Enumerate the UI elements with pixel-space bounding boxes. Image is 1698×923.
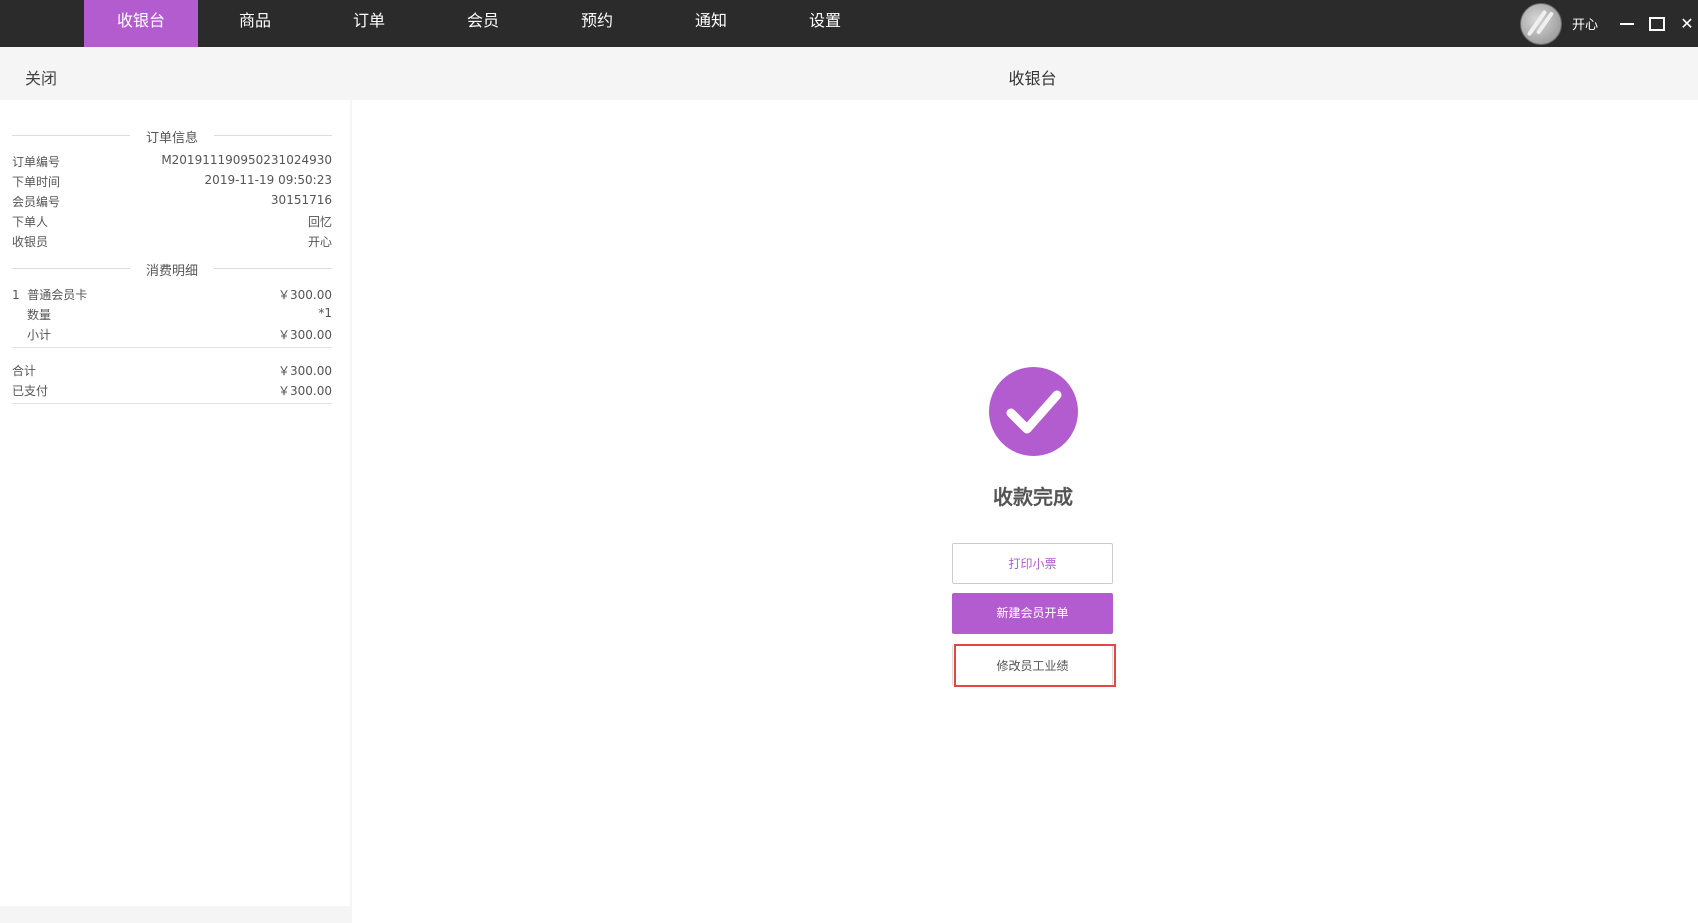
minimize-button[interactable] xyxy=(1616,0,1638,47)
line-item-row: 1 普通会员卡 ￥300.00 xyxy=(12,288,332,302)
nav-item-products[interactable]: 商品 xyxy=(198,0,312,47)
order-number-row: 订单编号 M20191119095023102493​0 xyxy=(12,153,332,169)
print-receipt-button[interactable]: 打印小票 xyxy=(952,543,1113,584)
cashier-row: 收银员 开心 xyxy=(12,235,332,249)
new-member-order-button[interactable]: 新建会员开单 xyxy=(952,593,1113,634)
user-area: 开心 ✕ xyxy=(1519,0,1698,47)
close-icon: ✕ xyxy=(1680,14,1694,33)
nav-item-cashier[interactable]: 收银台 xyxy=(84,0,198,47)
success-check-icon xyxy=(989,367,1078,456)
order-summary-panel: 订单信息 订单编号 M20191119095023102493​0 下单时间 2… xyxy=(0,100,350,906)
quantity-row: 数量 *1 xyxy=(27,306,332,322)
order-info-title: 订单信息 xyxy=(12,127,332,146)
avatar[interactable] xyxy=(1519,2,1562,45)
restore-button[interactable] xyxy=(1646,0,1668,47)
orderer-row: 下单人 回忆 xyxy=(12,215,332,229)
divider xyxy=(12,403,332,404)
left-panel-footer xyxy=(0,906,350,923)
payment-complete-text: 收款完成 xyxy=(993,485,1073,509)
nav-item-members[interactable]: 会员 xyxy=(426,0,540,47)
member-number-row: 会员编号 30151716 xyxy=(12,193,332,209)
paid-row: 已支付 ￥300.00 xyxy=(12,384,332,398)
nav-item-notifications[interactable]: 通知 xyxy=(654,0,768,47)
order-time-row: 下单时间 2019-11-19 09:50:23 xyxy=(12,173,332,189)
edit-staff-performance-button[interactable]: 修改员工业绩 xyxy=(952,645,1113,686)
divider xyxy=(12,347,332,348)
close-button[interactable]: 关闭 xyxy=(25,65,57,89)
consumption-title: 消费明细 xyxy=(12,260,332,279)
restore-icon xyxy=(1649,16,1665,31)
page-title: 收银台 xyxy=(1008,69,1057,88)
subtotal-row: 小计 ￥300.00 xyxy=(27,328,332,342)
nav-item-orders[interactable]: 订单 xyxy=(312,0,426,47)
total-row: 合计 ￥300.00 xyxy=(12,364,332,378)
sub-header: 关闭 收银台 xyxy=(0,47,1698,100)
close-window-button[interactable]: ✕ xyxy=(1676,0,1698,47)
top-bar: 收银台 商品 订单 会员 预约 通知 设置 开心 ✕ xyxy=(0,0,1698,47)
logo-area xyxy=(0,0,84,47)
nav-item-settings[interactable]: 设置 xyxy=(768,0,882,47)
minimize-icon xyxy=(1620,22,1634,25)
user-name[interactable]: 开心 xyxy=(1572,14,1598,33)
main-panel xyxy=(352,100,1698,923)
main-nav: 收银台 商品 订单 会员 预约 通知 设置 xyxy=(84,0,882,47)
nav-item-appointments[interactable]: 预约 xyxy=(540,0,654,47)
